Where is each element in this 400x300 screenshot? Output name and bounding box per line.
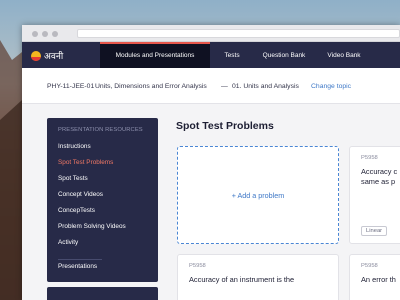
problem-card[interactable]: P5958 An error th (349, 254, 400, 300)
problem-id: P5958 (361, 263, 378, 269)
add-problem-label: + Add a problem (231, 191, 285, 200)
presentation-resources-sidebar: PRESENTATION RESOURCES Instructions Spot… (47, 118, 158, 282)
tab-video-bank[interactable]: Video Bank (314, 42, 374, 68)
problem-text-line: Accuracy c (361, 167, 398, 176)
app-logo[interactable]: अवनी (31, 49, 63, 62)
sidebar-heading: PRESENTATION RESOURCES (58, 127, 143, 133)
address-bar[interactable] (77, 29, 400, 38)
sidebar-item-conceptests[interactable]: ConcepTests (58, 207, 95, 214)
sidebar-item-presentations[interactable]: Presentations (58, 263, 97, 270)
logo-text: अवनी (44, 51, 64, 61)
problem-card[interactable]: P5958 Accuracy of an instrument is the (177, 254, 339, 300)
add-problem-button[interactable]: + Add a problem (177, 146, 339, 244)
problem-text: Accuracy c same as p (361, 167, 400, 187)
sidebar-item-spot-test-problems[interactable]: Spot Test Problems (58, 159, 113, 166)
top-navigation: अवनी Modules and Presentations Tests Que… (22, 42, 400, 68)
problem-text: Accuracy of an instrument is the (189, 275, 338, 285)
tab-modules-and-presentations[interactable]: Modules and Presentations (100, 42, 210, 68)
browser-window: अवनी Modules and Presentations Tests Que… (22, 25, 400, 300)
sidebar-item-problem-solving-videos[interactable]: Problem Solving Videos (58, 223, 126, 230)
breadcrumb: PHY-11-JEE-01 Units, Dimensions and Erro… (22, 68, 400, 104)
window-minimize-dot[interactable] (42, 31, 48, 37)
sidebar-item-spot-tests[interactable]: Spot Tests (58, 175, 88, 182)
main-content: PRESENTATION RESOURCES Instructions Spot… (22, 104, 400, 300)
problem-id: P5958 (189, 263, 206, 269)
course-code: PHY-11-JEE-01 (47, 83, 95, 90)
problem-text-line: same as p (361, 177, 396, 186)
problem-card[interactable]: P5958 Accuracy c same as p Linear (349, 146, 400, 244)
change-topic-link[interactable]: Change topic (311, 83, 351, 90)
breadcrumb-separator: — (221, 83, 228, 90)
sidebar-secondary-panel (47, 287, 158, 300)
problem-text: An error th (361, 275, 400, 285)
sidebar-item-concept-videos[interactable]: Concept Videos (58, 191, 103, 198)
window-maximize-dot[interactable] (52, 31, 58, 37)
problem-id: P5958 (361, 155, 378, 161)
logo-icon (31, 50, 41, 61)
window-close-dot[interactable] (32, 31, 38, 37)
sidebar-item-activity[interactable]: Activity (58, 239, 78, 246)
chapter-name: Units, Dimensions and Error Analysis (95, 83, 207, 90)
topic-name: 01. Units and Analysis (232, 83, 299, 90)
problem-text-line: An error th (361, 275, 396, 284)
problem-text-line: Accuracy of an instrument is the (189, 275, 295, 284)
tab-question-bank[interactable]: Question Bank (254, 42, 314, 68)
page-title: Spot Test Problems (176, 120, 274, 132)
sidebar-item-instructions[interactable]: Instructions (58, 143, 91, 150)
sidebar-divider (58, 259, 102, 260)
problem-tag: Linear (361, 226, 388, 236)
browser-chrome (22, 25, 400, 42)
tab-tests[interactable]: Tests (210, 42, 254, 68)
